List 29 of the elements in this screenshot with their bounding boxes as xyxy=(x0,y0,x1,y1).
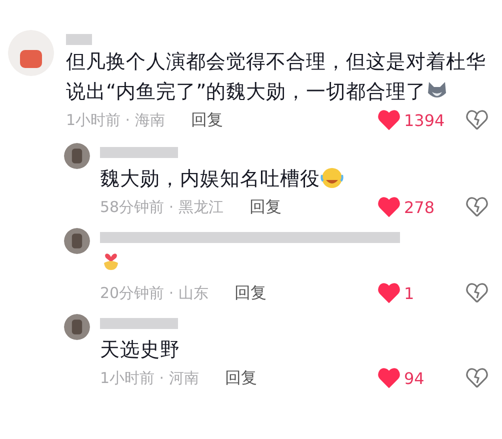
reply-link[interactable]: 回复 xyxy=(224,368,257,388)
avatar[interactable] xyxy=(64,228,90,254)
like-icon[interactable] xyxy=(378,283,400,303)
laughing-emoji-icon xyxy=(320,167,344,189)
reply-link[interactable]: 回复 xyxy=(190,110,223,130)
like-icon[interactable] xyxy=(378,197,400,217)
like-icon[interactable] xyxy=(378,110,400,130)
dislike-icon[interactable] xyxy=(466,283,488,303)
reply-link[interactable]: 回复 xyxy=(234,282,266,304)
like-count: 1394 xyxy=(404,110,446,130)
comment-text: 但凡换个人演都会觉得不合理，但这是对着杜华说出“内鱼完了”的魏大勋，一切都合理了 xyxy=(66,49,487,105)
avatar[interactable] xyxy=(64,314,90,340)
dislike-icon[interactable] xyxy=(466,368,488,388)
like-count: 278 xyxy=(404,198,436,216)
comment-time-location: 20分钟前 · 山东 xyxy=(100,284,208,302)
comment-time-location: 1小时前 · 海南 xyxy=(66,110,165,130)
reply-link[interactable]: 回复 xyxy=(249,196,282,218)
like-count: 1 xyxy=(404,284,416,302)
blurred-username xyxy=(66,34,92,45)
comment-text: 天选史野 xyxy=(100,337,181,363)
comment-time-location: 1小时前 · 河南 xyxy=(100,368,199,388)
comment-text: 魏大勋，内娱知名吐槽役 xyxy=(100,164,488,194)
like-count: 94 xyxy=(404,368,426,388)
avatar[interactable] xyxy=(64,143,90,169)
like-icon[interactable] xyxy=(378,368,400,388)
avatar[interactable] xyxy=(8,30,54,76)
dislike-icon[interactable] xyxy=(466,110,488,130)
dislike-icon[interactable] xyxy=(466,197,488,217)
comment-time-location: 58分钟前 · 黑龙江 xyxy=(100,198,224,216)
